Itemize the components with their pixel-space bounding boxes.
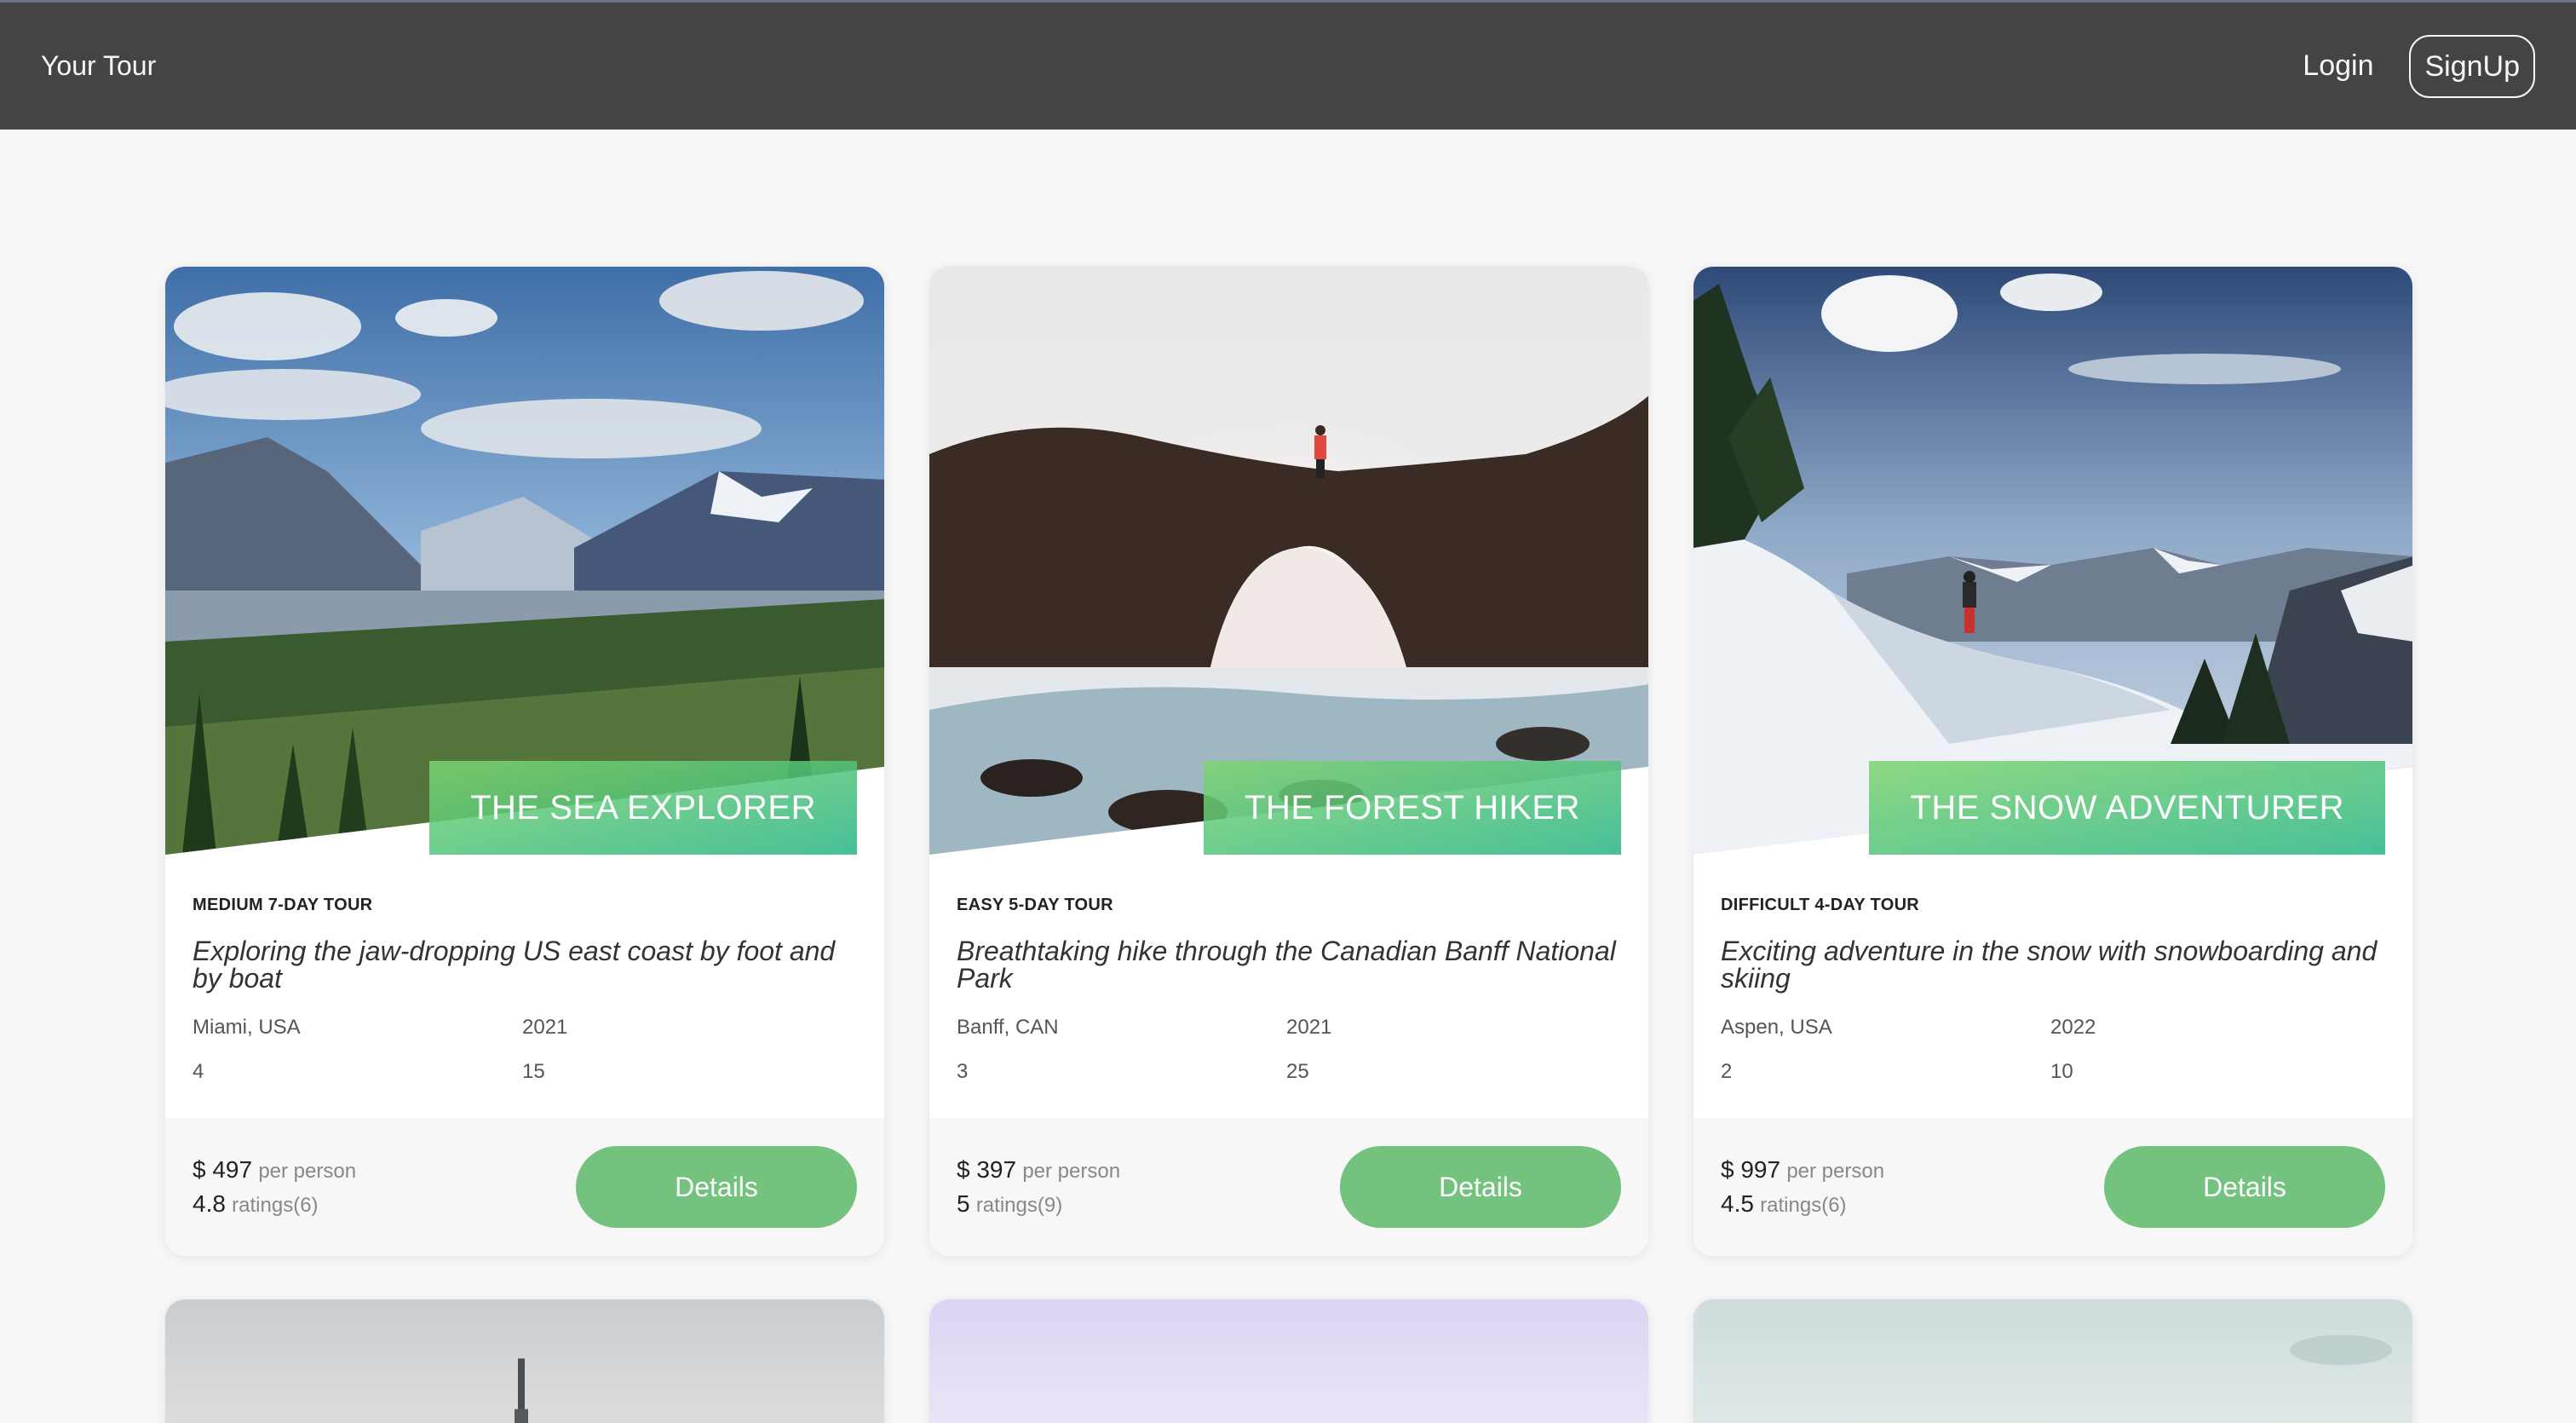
tour-rating: 4.8	[193, 1190, 226, 1217]
login-button[interactable]: Login	[2303, 49, 2373, 83]
tour-location: Banff, CAN	[957, 1016, 1059, 1039]
card-footer: $ 397 per person 5 ratings(9) Details	[929, 1118, 1648, 1256]
tour-title-banner: The Snow Adventurer	[1869, 761, 2385, 855]
tour-title: The Snow Adventurer	[1910, 788, 2344, 827]
tour-summary: Exploring the jaw-dropping US east coast…	[193, 936, 836, 994]
card-details: Medium 7-day tour Exploring the jaw-drop…	[165, 855, 884, 1118]
tour-stat-b: 10	[2050, 1060, 2073, 1083]
ratings-label: ratings(6)	[232, 1194, 319, 1217]
tour-location: Aspen, USA	[1721, 1016, 1832, 1039]
tour-card: The Snow Adventurer Difficult 4-day tour…	[1693, 266, 2413, 1257]
tour-year: 2021	[1286, 1016, 1332, 1039]
tour-summary: Exciting adventure in the snow with snow…	[1721, 936, 2378, 994]
tour-title-banner: The Sea Explorer	[429, 761, 857, 855]
card-details: Difficult 4-day tour Exciting adventure …	[1693, 855, 2412, 1118]
tour-image	[165, 1299, 884, 1423]
tour-stat-b: 25	[1286, 1060, 1309, 1083]
tour-image	[1693, 1299, 2412, 1423]
signup-button[interactable]: SignUp	[2409, 34, 2535, 98]
tour-subheading: Easy 5-day tour	[957, 896, 1113, 914]
tour-stat-b: 15	[522, 1060, 545, 1083]
auth-nav: Login SignUp	[2303, 34, 2535, 98]
details-button[interactable]: Details	[1340, 1146, 1621, 1228]
card-footer: $ 997 per person 4.5 ratings(6) Details	[1693, 1118, 2412, 1256]
price-label: per person	[1786, 1160, 1885, 1183]
details-button[interactable]: Details	[2104, 1146, 2385, 1228]
tour-price: $ 497	[193, 1156, 253, 1183]
price-rating-info: $ 997 per person 4.5 ratings(6)	[1721, 1149, 1884, 1224]
tour-card-grid: The Sea Explorer Medium 7-day tour Explo…	[164, 266, 2413, 1423]
tour-year: 2021	[522, 1016, 568, 1039]
tour-subheading: Difficult 4-day tour	[1721, 896, 1920, 914]
card-footer: $ 497 per person 4.8 ratings(6) Details	[165, 1118, 884, 1256]
tour-title: The Sea Explorer	[470, 788, 816, 827]
tour-rating: 5	[957, 1190, 970, 1217]
card-header: The Forest Hiker	[929, 267, 1648, 855]
price-label: per person	[1022, 1160, 1121, 1183]
tour-card-partial	[164, 1299, 885, 1423]
card-header: The Snow Adventurer	[1693, 267, 2412, 855]
tour-subheading: Medium 7-day tour	[193, 896, 373, 914]
tour-data-grid: Miami, USA 2021 4 15	[193, 1016, 857, 1084]
tour-rating: 4.5	[1721, 1190, 1754, 1217]
tour-card-partial	[929, 1299, 1649, 1423]
ratings-label: ratings(9)	[975, 1194, 1063, 1217]
tour-card: The Sea Explorer Medium 7-day tour Explo…	[164, 266, 885, 1257]
details-button[interactable]: Details	[576, 1146, 857, 1228]
tour-image	[929, 1299, 1648, 1423]
price-rating-info: $ 497 per person 4.8 ratings(6)	[193, 1149, 356, 1224]
tour-year: 2022	[2050, 1016, 2096, 1039]
brand-link[interactable]: Your Tour	[41, 50, 156, 82]
tour-stat-a: 2	[1721, 1060, 1733, 1083]
price-rating-info: $ 397 per person 5 ratings(9)	[957, 1149, 1120, 1224]
tour-summary: Breathtaking hike through the Canadian B…	[957, 936, 1616, 994]
tour-stat-a: 3	[957, 1060, 969, 1083]
tour-price: $ 397	[957, 1156, 1017, 1183]
ratings-label: ratings(6)	[1760, 1194, 1847, 1217]
tour-card: The Forest Hiker Easy 5-day tour Breatht…	[929, 266, 1649, 1257]
top-navbar: Your Tour Login SignUp	[0, 0, 2576, 130]
tour-data-grid: Aspen, USA 2022 2 10	[1721, 1016, 2385, 1084]
tour-title-banner: The Forest Hiker	[1204, 761, 1621, 855]
tour-stat-a: 4	[193, 1060, 204, 1083]
tour-price: $ 997	[1721, 1156, 1781, 1183]
tour-data-grid: Banff, CAN 2021 3 25	[957, 1016, 1621, 1084]
card-header: The Sea Explorer	[165, 267, 884, 855]
tour-location: Miami, USA	[193, 1016, 301, 1039]
tour-card-partial	[1693, 1299, 2413, 1423]
price-label: per person	[258, 1160, 357, 1183]
card-details: Easy 5-day tour Breathtaking hike throug…	[929, 855, 1648, 1118]
tour-title: The Forest Hiker	[1245, 788, 1580, 827]
